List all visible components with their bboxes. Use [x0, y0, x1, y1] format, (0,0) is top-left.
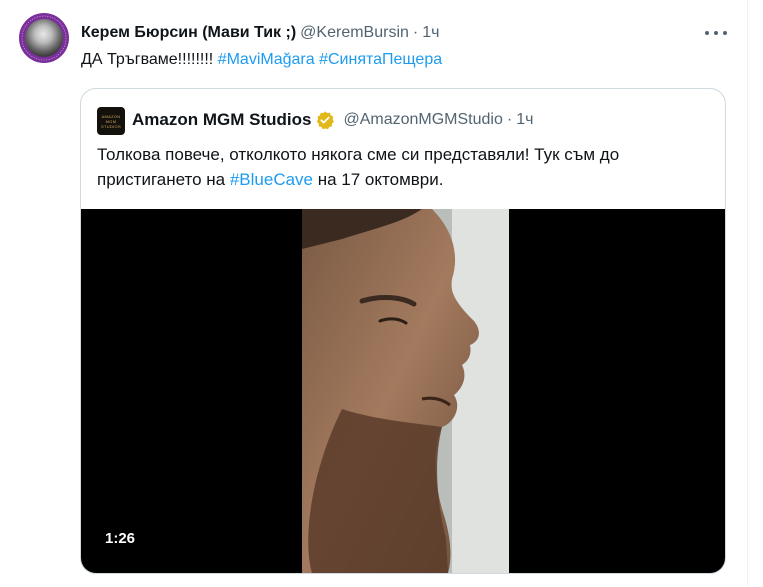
quoted-text-plain: пристигането на — [97, 170, 230, 189]
dot — [705, 31, 709, 35]
quoted-tweet-time[interactable]: 1ч — [516, 111, 533, 129]
hashtag-link[interactable]: #СинятаПещера — [319, 51, 442, 68]
video-duration-badge: 1:26 — [99, 527, 142, 550]
quoted-text-line: пристигането на #BlueCave на 17 октомври… — [97, 167, 697, 192]
video-still-image — [302, 209, 509, 573]
quoted-tweet-header: Amazon MGM Studios @AmazonMGMStudio · 1ч — [132, 109, 533, 131]
tweet-text-plain: ДА Тръгваме!!!!!!!! — [81, 51, 214, 68]
hashtag-link[interactable]: #BlueCave — [230, 170, 313, 189]
quoted-author-avatar[interactable]: AMAZON MGM STUDIOS — [97, 107, 125, 135]
avatar[interactable] — [19, 13, 69, 63]
quoted-tweet-text: Толкова повече, отколкото някога сме си … — [97, 142, 697, 192]
tweet-time[interactable]: 1ч — [422, 24, 439, 42]
quoted-text-line: Толкова повече, отколкото някога сме си … — [97, 145, 620, 164]
hashtag-link[interactable]: #MaviMağara — [218, 51, 315, 68]
quoted-tweet[interactable]: AMAZON MGM STUDIOS Amazon MGM Studios @A… — [80, 88, 726, 574]
logo-line: STUDIOS — [101, 123, 121, 129]
quoted-author-name[interactable]: Amazon MGM Studios — [132, 110, 311, 130]
tweet-header: Керем Бюрсин (Мави Тик ;) @KeremBursin ·… — [81, 22, 439, 44]
more-dots-icon[interactable] — [705, 24, 727, 42]
avatar-ring-icon — [21, 15, 67, 61]
video-frame — [302, 209, 509, 573]
tweet-text: ДА Тръгваме!!!!!!!! #MaviMağara #СинятаП… — [81, 49, 442, 71]
author-name[interactable]: Керем Бюрсин (Мави Тик ;) — [81, 24, 296, 42]
quoted-author-handle[interactable]: @AmazonMGMStudio — [343, 111, 502, 129]
quoted-text-plain: на 17 октомври. — [313, 170, 444, 189]
tweet: Керем Бюрсин (Мави Тик ;) @KeremBursin ·… — [0, 0, 763, 587]
verified-badge-icon — [317, 111, 335, 130]
author-handle[interactable]: @KeremBursin — [300, 24, 409, 42]
dot — [714, 31, 718, 35]
separator-dot: · — [412, 24, 419, 41]
separator-dot: · — [506, 111, 513, 128]
dot — [723, 31, 727, 35]
video-player[interactable]: 1:26 — [81, 209, 725, 573]
right-border — [747, 0, 748, 587]
